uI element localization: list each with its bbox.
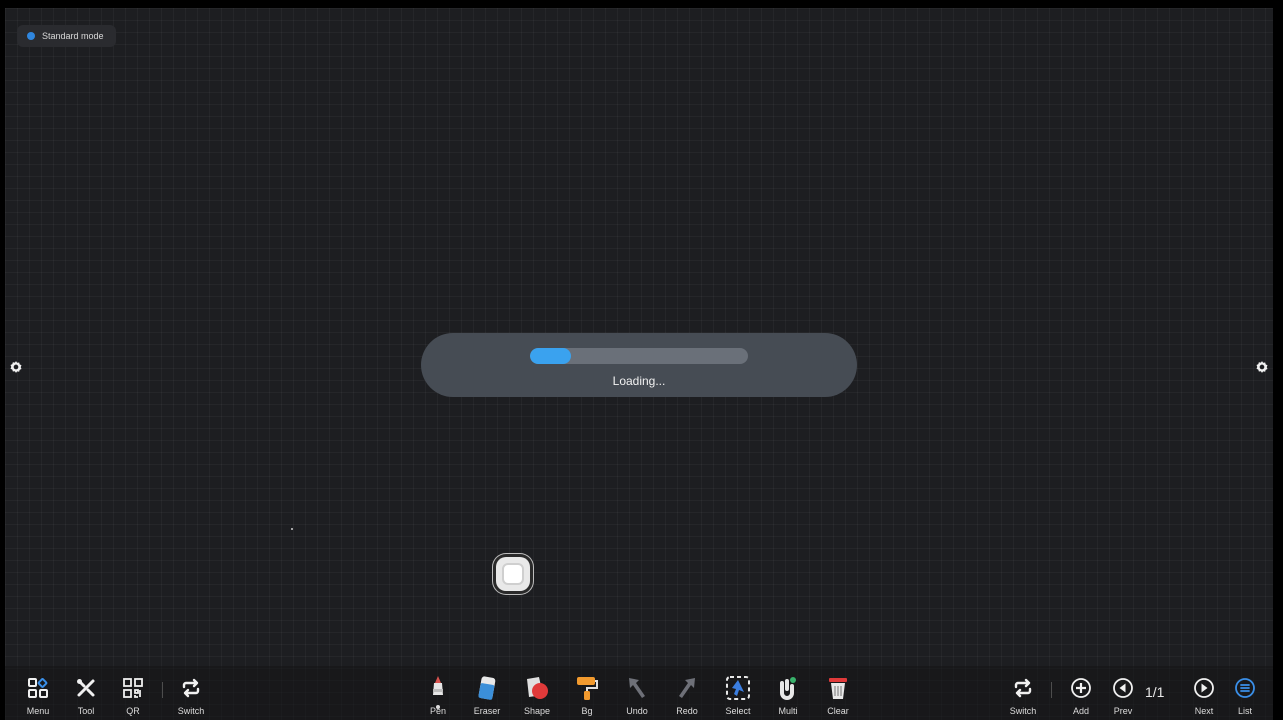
loading-text: Loading... [612,374,666,388]
shape-icon [525,670,549,706]
multi-touch-icon [776,670,800,706]
qr-button[interactable]: QR [111,666,155,720]
trash-icon [826,670,850,706]
prev-page-icon [1112,670,1134,706]
left-settings-gear-icon[interactable] [5,354,27,380]
switch-arrows-icon [180,670,202,706]
loading-progress-fill [530,348,572,364]
shape-label: Shape [523,706,551,716]
floating-assistive-button[interactable] [496,557,530,591]
loading-progress-bar [530,348,748,364]
qr-label: QR [126,706,140,716]
menu-label: Menu [26,706,50,716]
next-page-icon [1193,670,1215,706]
redo-label: Redo [676,706,698,716]
undo-button[interactable]: Undo [615,666,659,720]
mode-badge[interactable]: Standard mode [17,25,116,47]
floating-button-inner [502,563,524,585]
switch-arrows-icon [1012,670,1034,706]
pen-button[interactable]: Pen [416,666,460,720]
menu-button[interactable]: Menu [16,666,60,720]
multi-label: Multi [778,706,798,716]
page-indicator: 1/1 [1145,684,1165,700]
toolbar-divider [1051,682,1052,698]
next-page-button[interactable]: Next [1182,666,1226,720]
next-label: Next [1194,706,1214,716]
prev-page-button[interactable]: Prev [1101,666,1145,720]
add-page-icon [1070,670,1092,706]
eraser-button[interactable]: Eraser [465,666,509,720]
bg-button[interactable]: Bg [565,666,609,720]
qr-code-icon [122,670,144,706]
switch-label: Switch [177,706,205,716]
tool-label: Tool [77,706,95,716]
tool-button[interactable]: Tool [64,666,108,720]
tools-icon [75,670,97,706]
toolbar-divider [162,682,163,698]
left-switch-button[interactable]: Switch [169,666,213,720]
pen-icon [427,670,449,706]
add-label: Add [1072,706,1089,716]
shape-button[interactable]: Shape [515,666,559,720]
list-label: List [1237,706,1252,716]
right-settings-gear-icon[interactable] [1251,354,1273,380]
canvas-dot [291,528,293,530]
switch-label: Switch [1009,706,1037,716]
add-page-button[interactable]: Add [1059,666,1103,720]
undo-label: Undo [626,706,648,716]
select-label: Select [725,706,751,716]
loading-dialog: Loading... [421,333,857,397]
redo-arrow-icon [675,670,699,706]
menu-grid-icon [27,670,49,706]
right-switch-button[interactable]: Switch [1001,666,1045,720]
bottom-toolbar: Menu Tool QR Switch Pen Eraser Shape Bg … [5,666,1273,720]
page-list-button[interactable]: List [1223,666,1267,720]
eraser-icon [475,670,499,706]
paint-roller-icon [575,670,599,706]
page-list-icon [1234,670,1256,706]
undo-arrow-icon [625,670,649,706]
select-icon [725,670,751,706]
multi-button[interactable]: Multi [766,666,810,720]
mode-label: Standard mode [42,31,104,41]
pen-active-indicator [436,705,440,709]
whiteboard-canvas[interactable]: Standard mode Loading... Menu Tool QR Sw… [5,8,1273,720]
prev-label: Prev [1113,706,1133,716]
clear-label: Clear [827,706,849,716]
eraser-label: Eraser [473,706,501,716]
mode-status-dot [27,32,35,40]
bg-label: Bg [581,706,593,716]
clear-button[interactable]: Clear [816,666,860,720]
select-button[interactable]: Select [716,666,760,720]
redo-button[interactable]: Redo [665,666,709,720]
